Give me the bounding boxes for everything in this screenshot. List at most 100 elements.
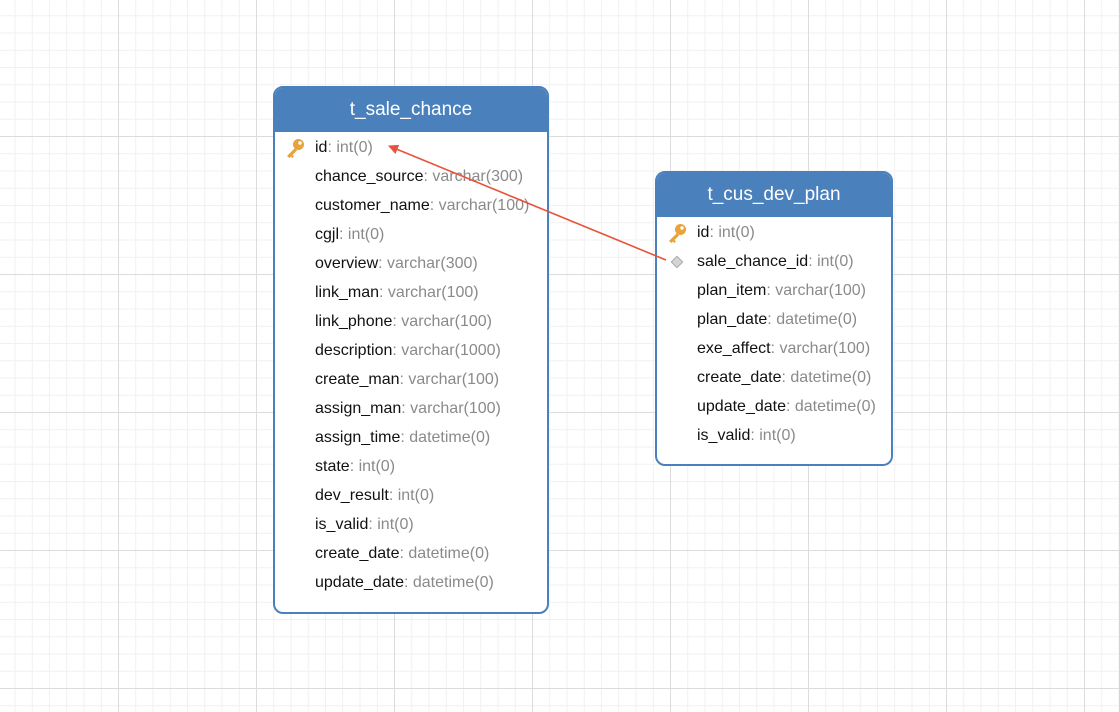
field-row[interactable]: update_date: datetime(0) [275,569,547,598]
field-row[interactable]: id: int(0) [657,218,891,247]
field-name: plan_date [697,310,768,328]
field-type: : varchar(100) [429,196,530,214]
field-name: dev_result [315,487,389,505]
field-name: sale_chance_id [697,252,809,270]
field-icon-placeholder [657,305,697,334]
field-type: : datetime(0) [403,574,494,592]
field-row[interactable]: id: int(0) [275,133,547,162]
field-name: link_phone [315,312,393,330]
field-type: : varchar(300) [378,254,478,272]
field-type: : int(0) [327,138,373,156]
field-icon-placeholder [275,423,315,452]
field-row[interactable]: link_phone: varchar(100) [275,307,547,336]
field-icon-placeholder [275,191,315,220]
field-icon-placeholder [275,453,315,482]
table-t-sale-chance[interactable]: t_sale_chance id: int(0) chance_source: v… [273,86,549,614]
field-name: is_valid [315,516,369,534]
field-name: customer_name [315,196,430,214]
field-type: : datetime(0) [400,428,491,446]
field-icon-placeholder [275,511,315,540]
table-title[interactable]: t_sale_chance [275,88,547,132]
field-row[interactable]: exe_affect: varchar(100) [657,334,891,363]
field-name: plan_item [697,281,767,299]
field-row[interactable]: is_valid: int(0) [275,511,547,540]
field-type: : varchar(100) [392,312,492,330]
field-icon-placeholder [275,394,315,423]
field-name: exe_affect [697,339,771,357]
field-row[interactable]: overview: varchar(300) [275,249,547,278]
field-type: : int(0) [339,225,385,243]
field-type: : varchar(1000) [392,341,501,359]
field-type: : varchar(100) [770,339,871,357]
field-name: update_date [697,397,786,415]
relation-layer [388,144,667,261]
field-name: chance_source [315,167,424,185]
field-name: state [315,458,350,476]
foreign-key-icon [657,247,697,276]
field-row[interactable]: is_valid: int(0) [657,421,891,450]
field-row[interactable]: create_date: datetime(0) [275,540,547,569]
field-list: id: int(0) sale_chance_id: int(0) plan_ite… [657,217,891,450]
field-row[interactable]: sale_chance_id: int(0) [657,247,891,276]
field-icon-placeholder [275,540,315,569]
field-row[interactable]: state: int(0) [275,453,547,482]
field-icon-placeholder [275,162,315,191]
field-row[interactable]: assign_man: varchar(100) [275,394,547,423]
field-icon-placeholder [275,365,315,394]
field-icon-placeholder [275,336,315,365]
field-type: : int(0) [368,516,414,534]
field-icon-placeholder [657,276,697,305]
field-name: description [315,341,393,359]
field-icon-placeholder [275,278,315,307]
table-t-cus-dev-plan[interactable]: t_cus_dev_plan id: int(0) sale_chance_id:… [655,171,893,466]
field-icon-placeholder [657,334,697,363]
primary-key-icon [275,133,315,162]
field-icon-placeholder [275,307,315,336]
field-icon-placeholder [657,421,697,450]
field-row[interactable]: plan_date: datetime(0) [657,305,891,334]
field-name: assign_time [315,428,401,446]
field-row[interactable]: chance_source: varchar(300) [275,162,547,191]
field-row[interactable]: assign_time: datetime(0) [275,423,547,452]
field-type: : varchar(100) [379,283,479,301]
field-type: : datetime(0) [767,310,858,328]
field-row[interactable]: create_date: datetime(0) [657,363,891,392]
field-name: create_date [697,368,782,386]
field-type: : int(0) [808,252,854,270]
primary-key-icon [657,218,697,247]
field-name: cgjl [315,225,340,243]
field-name: assign_man [315,399,402,417]
field-type: : int(0) [709,223,755,241]
field-type: : varchar(300) [423,167,524,185]
field-type: : int(0) [388,487,435,505]
field-type: : datetime(0) [785,397,876,415]
field-row[interactable]: description: varchar(1000) [275,336,547,365]
field-name: is_valid [697,426,751,444]
field-icon-placeholder [275,482,315,511]
field-name: overview [315,254,379,272]
field-type: : int(0) [750,426,796,444]
field-icon-placeholder [275,220,315,249]
field-type: : datetime(0) [399,545,490,563]
field-row[interactable]: customer_name: varchar(100) [275,191,547,220]
field-type: : int(0) [349,458,396,476]
field-list: id: int(0) chance_source: varchar(300) cus… [275,132,547,598]
field-row[interactable]: plan_item: varchar(100) [657,276,891,305]
field-row[interactable]: dev_result: int(0) [275,482,547,511]
field-row[interactable]: link_man: varchar(100) [275,278,547,307]
field-name: id [315,138,328,156]
field-row[interactable]: update_date: datetime(0) [657,392,891,421]
field-name: id [697,223,710,241]
field-row[interactable]: create_man: varchar(100) [275,365,547,394]
field-icon-placeholder [275,569,315,598]
field-icon-placeholder [657,392,697,421]
field-type: : varchar(100) [399,370,500,388]
field-name: link_man [315,283,380,301]
field-icon-placeholder [275,249,315,278]
field-name: create_man [315,370,400,388]
field-name: update_date [315,574,404,592]
field-icon-placeholder [657,363,697,392]
table-title[interactable]: t_cus_dev_plan [657,173,891,217]
field-row[interactable]: cgjl: int(0) [275,220,547,249]
field-type: : varchar(100) [401,399,501,417]
